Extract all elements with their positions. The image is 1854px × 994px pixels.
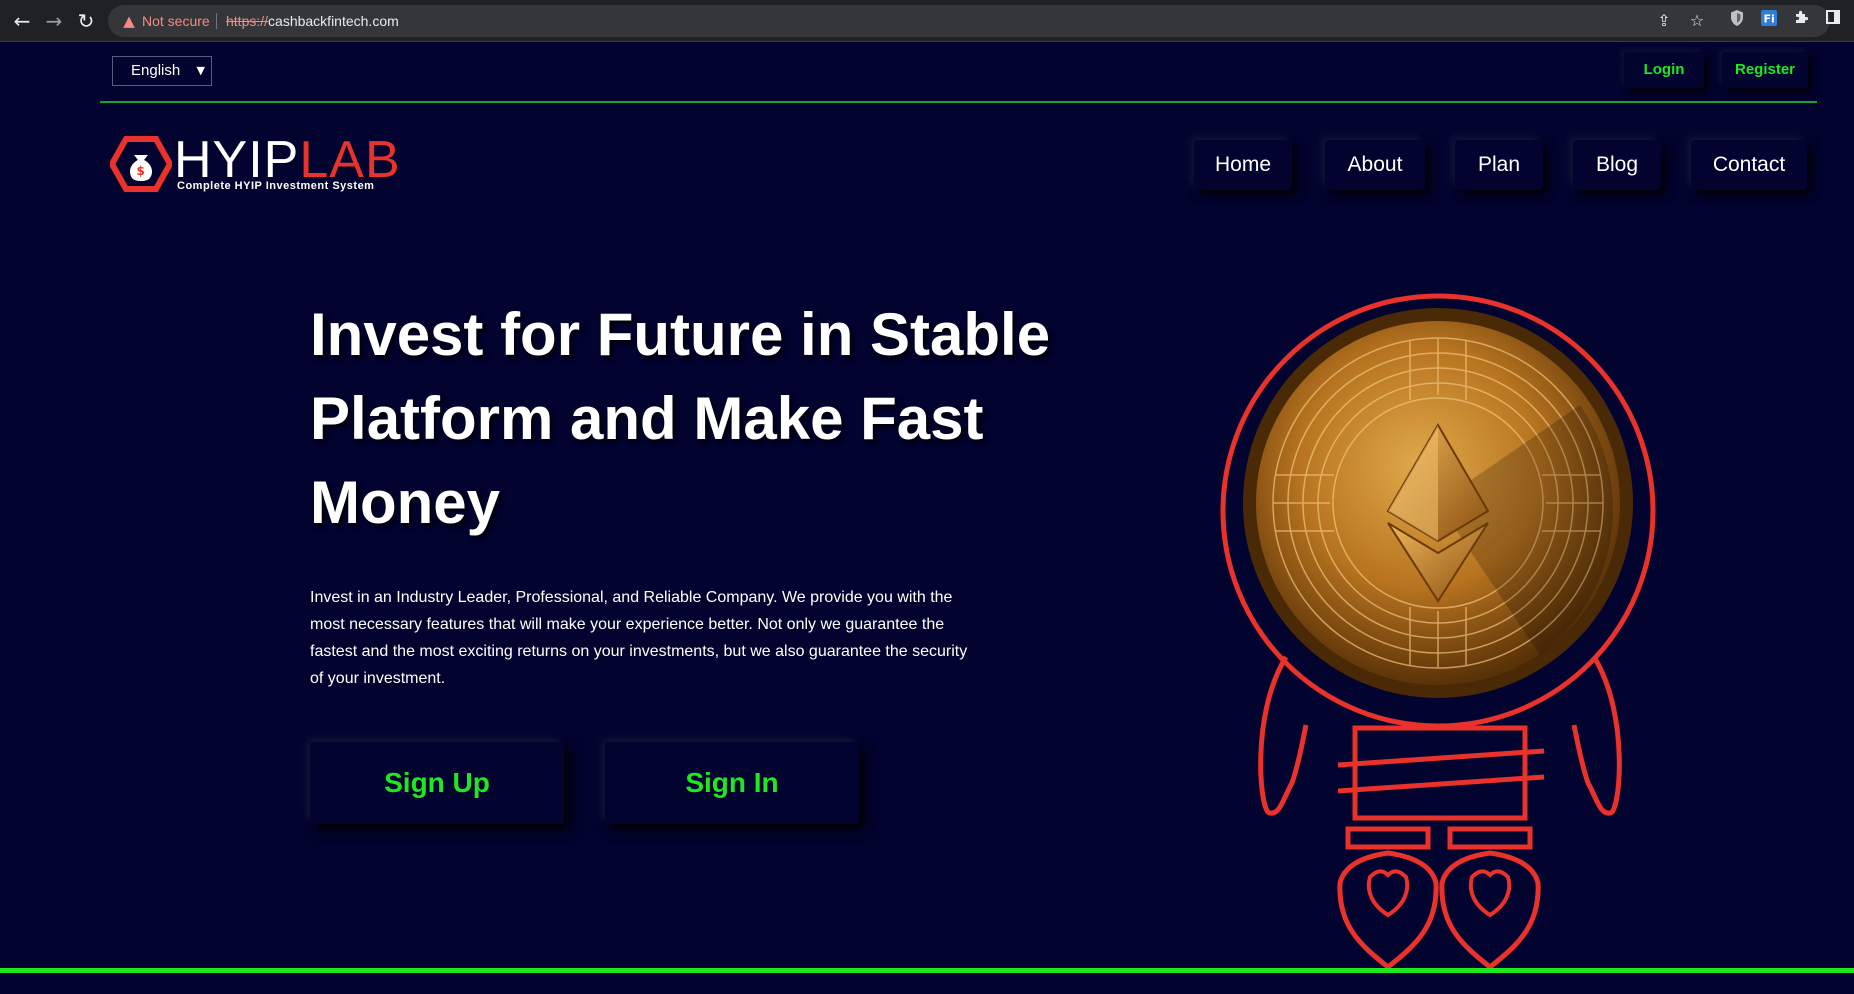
svg-text:$: $: [137, 164, 145, 178]
nav-blog[interactable]: Blog: [1573, 140, 1661, 190]
nav-about[interactable]: About: [1325, 140, 1425, 190]
section-divider: [0, 968, 1854, 973]
share-icon[interactable]: ⇪: [1653, 10, 1675, 32]
url-scheme: https://: [226, 13, 269, 29]
extension-fi-icon[interactable]: Fi: [1758, 9, 1780, 31]
language-select[interactable]: English ▼: [112, 56, 212, 86]
site-logo[interactable]: $ HYIPLAB Complete HYIP Investment Syste…: [110, 132, 400, 196]
star-icon[interactable]: ☆: [1686, 10, 1708, 32]
nav-home[interactable]: Home: [1194, 140, 1292, 190]
language-value: English: [131, 62, 181, 79]
nav-plan[interactable]: Plan: [1455, 140, 1543, 190]
url-text[interactable]: https://cashbackfintech.com: [226, 13, 399, 29]
nav-contact[interactable]: Contact: [1691, 140, 1807, 190]
hero-description: Invest in an Industry Leader, Profession…: [310, 589, 968, 687]
login-button[interactable]: Login: [1624, 52, 1704, 88]
sidebar-icon[interactable]: [1822, 9, 1844, 31]
hero-title: Invest for Future in Stable Platform and…: [310, 301, 1051, 536]
forward-arrow-icon[interactable]: →: [42, 9, 66, 33]
money-bag-icon: $: [110, 136, 172, 192]
sign-in-button[interactable]: Sign In: [605, 742, 859, 824]
header-divider: [100, 101, 1817, 103]
address-bar[interactable]: ▲ Not secure https://cashbackfintech.com…: [108, 5, 1830, 37]
browser-toolbar: ← → ↻ ▲ Not secure https://cashbackfinte…: [0, 0, 1854, 42]
warning-icon: ▲: [123, 12, 135, 30]
puzzle-icon[interactable]: [1790, 9, 1812, 31]
sign-up-button[interactable]: Sign Up: [310, 742, 564, 824]
rocket-coin-illustration: [1220, 293, 1656, 971]
logo-tagline: Complete HYIP Investment System: [177, 180, 375, 192]
reload-icon[interactable]: ↻: [74, 9, 98, 33]
shield-icon[interactable]: [1726, 9, 1748, 31]
chevron-down-icon: ▼: [196, 64, 205, 77]
url-separator: [216, 13, 217, 29]
register-button[interactable]: Register: [1722, 52, 1808, 88]
back-arrow-icon[interactable]: ←: [10, 9, 34, 33]
security-status[interactable]: Not secure: [142, 13, 210, 29]
url-host: cashbackfintech.com: [268, 13, 399, 29]
svg-text:Fi: Fi: [1764, 13, 1775, 26]
